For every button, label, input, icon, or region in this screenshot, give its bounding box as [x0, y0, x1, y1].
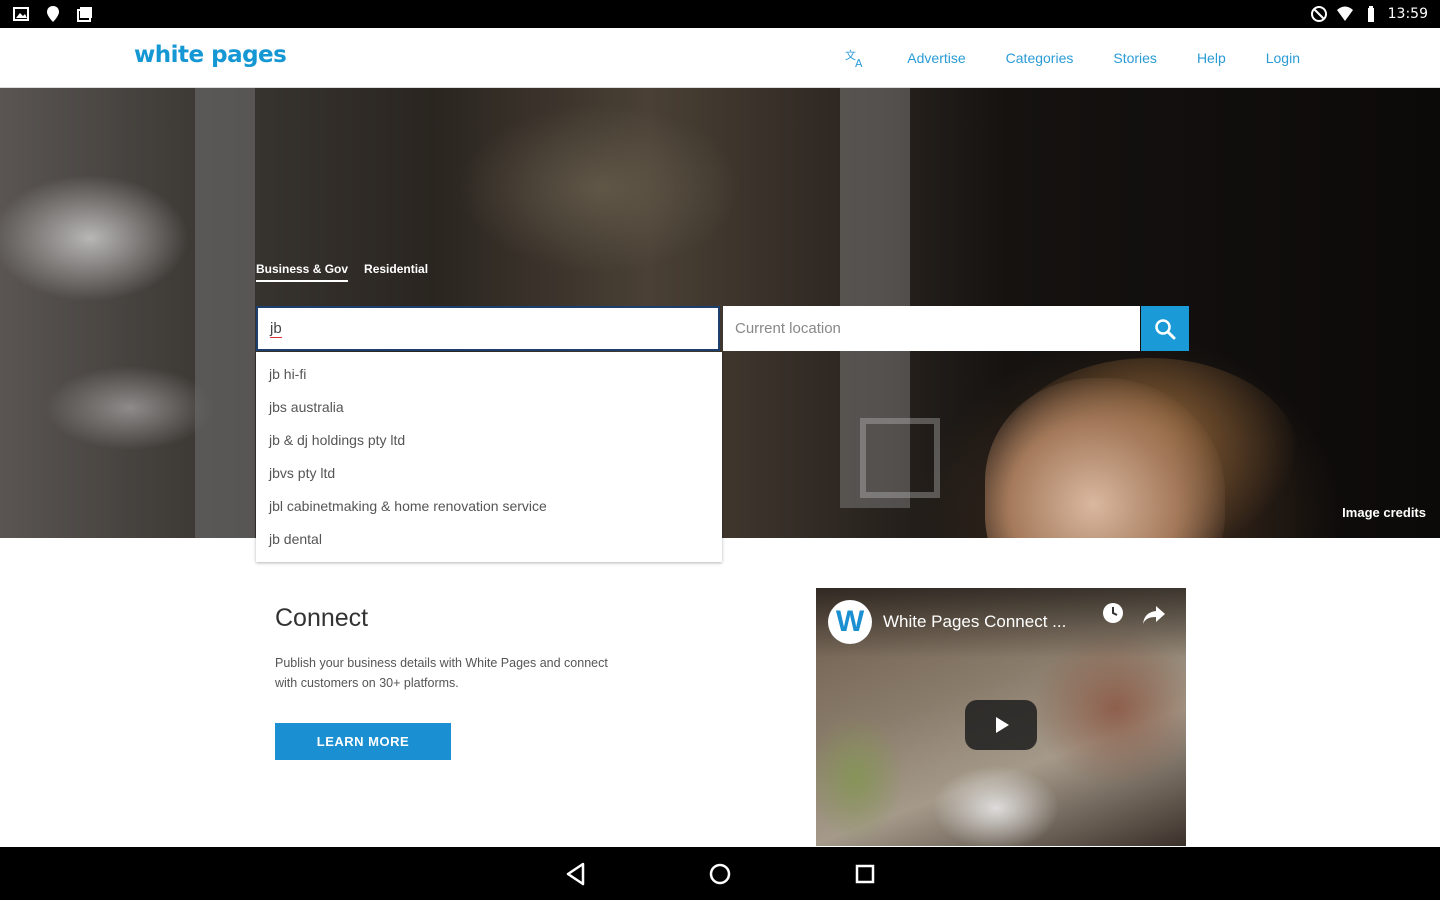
suggestion-item[interactable]: jbvs pty ltd — [256, 457, 722, 490]
suggestion-item[interactable]: jb dental — [256, 523, 722, 556]
suggestion-item[interactable]: jb hi-fi — [256, 358, 722, 391]
photos-icon — [76, 5, 94, 23]
suggestion-item[interactable]: jbl cabinetmaking & home renovation serv… — [256, 490, 722, 523]
nav-links: 文A Advertise Categories Stories Help Log… — [845, 48, 1300, 70]
autocomplete-dropdown: jb hi-fi jbs australia jb & dj holdings … — [256, 352, 722, 562]
play-icon — [996, 717, 1009, 733]
search-what-value: jb — [270, 319, 282, 338]
share-icon[interactable] — [1142, 604, 1166, 626]
nav-categories[interactable]: Categories — [1006, 50, 1074, 66]
video-title[interactable]: White Pages Connect ... — [883, 612, 1066, 632]
status-time: 13:59 — [1387, 6, 1428, 22]
white-pages-logo[interactable]: white pages — [134, 42, 287, 68]
tab-residential[interactable]: Residential — [364, 262, 428, 282]
nav-help[interactable]: Help — [1197, 50, 1226, 66]
nav-advertise[interactable]: Advertise — [907, 50, 965, 66]
play-button[interactable] — [965, 700, 1037, 750]
connect-description: Publish your business details with White… — [275, 656, 608, 690]
battery-icon — [1362, 5, 1380, 23]
wifi-icon — [1336, 5, 1354, 23]
recents-icon[interactable] — [852, 861, 878, 887]
hero-decoration — [195, 88, 255, 538]
channel-logo[interactable]: W — [828, 600, 872, 644]
video-player[interactable]: W White Pages Connect ... — [816, 588, 1186, 846]
suggestion-item[interactable]: jb & dj holdings pty ltd — [256, 424, 722, 457]
translate-icon[interactable]: 文A — [845, 48, 867, 70]
connect-title: Connect — [275, 604, 369, 632]
back-icon[interactable] — [563, 861, 589, 887]
hero-decoration — [860, 418, 940, 498]
system-navigation-bar — [0, 847, 1440, 900]
suggestion-item[interactable]: jbs australia — [256, 391, 722, 424]
search-icon — [1155, 318, 1176, 339]
home-icon[interactable] — [707, 861, 733, 887]
tab-business-gov[interactable]: Business & Gov — [256, 262, 349, 282]
location-icon — [44, 5, 62, 23]
search-what-input[interactable]: jb — [256, 306, 720, 351]
learn-more-button[interactable]: LEARN MORE — [275, 723, 451, 760]
top-navigation: white pages 文A Advertise Categories Stor… — [0, 28, 1440, 88]
svg-text:A: A — [855, 57, 863, 68]
image-credits-link[interactable]: Image credits — [1342, 505, 1426, 520]
no-disturb-icon — [1310, 5, 1328, 23]
gallery-icon — [12, 5, 30, 23]
nav-stories[interactable]: Stories — [1113, 50, 1157, 66]
nav-login[interactable]: Login — [1266, 50, 1300, 66]
watch-later-icon[interactable] — [1102, 602, 1124, 624]
search-tabs: Business & Gov Residential — [256, 262, 428, 282]
status-bar: 13:59 — [0, 0, 1440, 28]
search-button[interactable] — [1141, 306, 1189, 351]
search-location-input[interactable]: Current location — [723, 306, 1140, 351]
